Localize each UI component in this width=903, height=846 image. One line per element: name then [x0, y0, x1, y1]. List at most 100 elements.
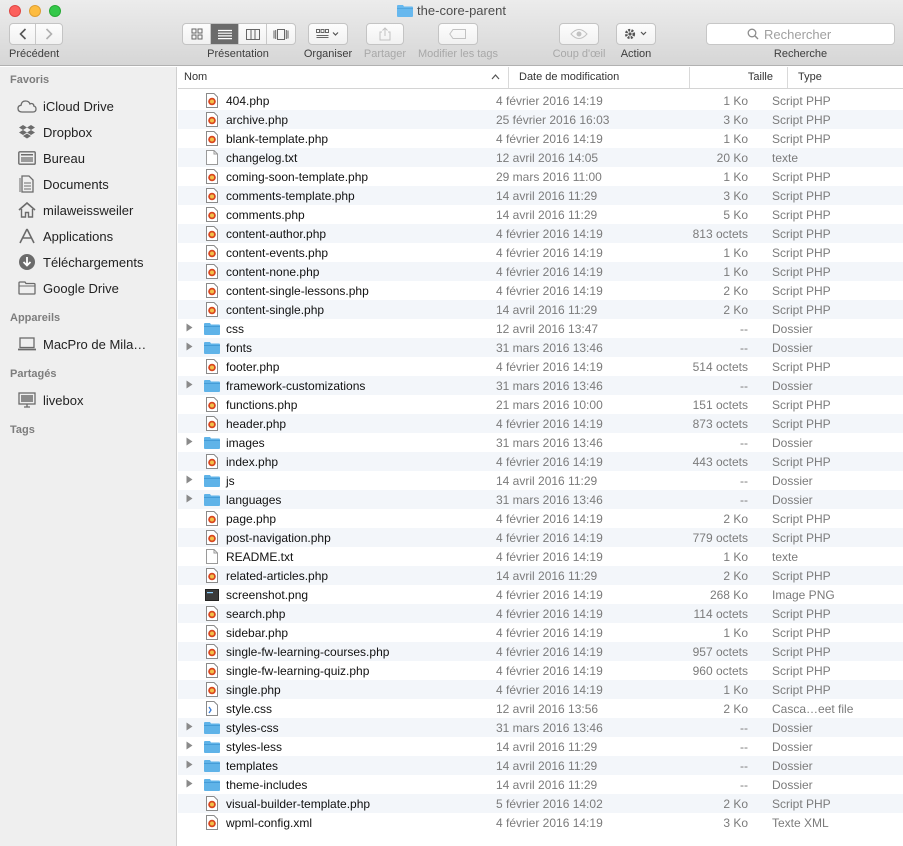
file-row[interactable]: blank-template.php 4 février 2016 14:19 1 … — [178, 129, 903, 148]
file-name: footer.php — [226, 359, 280, 374]
sidebar-item-applications[interactable]: Applications — [0, 223, 176, 249]
file-row[interactable]: page.php 4 février 2016 14:19 2 Ko Script P… — [178, 509, 903, 528]
file-name: js — [226, 473, 235, 488]
disclosure-triangle-icon[interactable] — [178, 741, 204, 752]
file-row[interactable]: comments.php 14 avril 2016 11:29 5 Ko Scrip… — [178, 205, 903, 224]
file-name-cell: functions.php — [178, 397, 483, 413]
sidebar-item-home[interactable]: milaweissweiler — [0, 197, 176, 223]
file-date: 4 février 2016 14:19 — [496, 283, 603, 298]
sidebar-item-macpro[interactable]: MacPro de Mila… — [0, 331, 176, 357]
file-row[interactable]: fonts 31 mars 2016 13:46 -- Dossier — [178, 338, 903, 357]
column-date-header[interactable]: Date de modification — [509, 67, 690, 88]
action-button[interactable] — [616, 23, 656, 45]
file-name-cell: page.php — [178, 511, 483, 527]
arrange-button[interactable] — [308, 23, 348, 45]
file-row[interactable]: css 12 avril 2016 13:47 -- Dossier — [178, 319, 903, 338]
file-name-cell: index.php — [178, 454, 483, 470]
sidebar-item-documents[interactable]: Documents — [0, 171, 176, 197]
file-row[interactable]: index.php 4 février 2016 14:19 443 octets S… — [178, 452, 903, 471]
file-row[interactable]: sidebar.php 4 février 2016 14:19 1 Ko Scrip… — [178, 623, 903, 642]
file-row[interactable]: languages 31 mars 2016 13:46 -- Dossier — [178, 490, 903, 509]
file-name: coming-soon-template.php — [226, 169, 369, 184]
file-row[interactable]: framework-customizations 31 mars 2016 13:… — [178, 376, 903, 395]
file-row[interactable]: styles-less 14 avril 2016 11:29 -- Dossier — [178, 737, 903, 756]
search-field[interactable] — [706, 23, 895, 45]
disclosure-triangle-icon[interactable] — [178, 437, 204, 448]
forward-button[interactable] — [36, 24, 62, 44]
file-name: css — [226, 321, 244, 336]
php-file-icon — [204, 264, 220, 280]
file-row[interactable]: archive.php 25 février 2016 16:03 3 Ko Scri… — [178, 110, 903, 129]
sidebar-item-desktop[interactable]: Bureau — [0, 145, 176, 171]
file-row[interactable]: templates 14 avril 2016 11:29 -- Dossier — [178, 756, 903, 775]
file-size: 813 octets — [692, 226, 748, 241]
file-row[interactable]: post-navigation.php 4 février 2016 14:19 7… — [178, 528, 903, 547]
search-input[interactable] — [764, 26, 854, 42]
file-row[interactable]: wpml-config.xml 4 février 2016 14:19 3 Ko T… — [178, 813, 903, 832]
file-row[interactable]: functions.php 21 mars 2016 10:00 151 octet… — [178, 395, 903, 414]
sidebar-item-dropbox[interactable]: Dropbox — [0, 119, 176, 145]
sidebar-item-icloud-drive[interactable]: iCloud Drive — [0, 93, 176, 119]
file-row[interactable]: coming-soon-template.php 29 mars 2016 11:… — [178, 167, 903, 186]
folder-icon — [204, 739, 220, 755]
file-row[interactable]: content-events.php 4 février 2016 14:19 1 … — [178, 243, 903, 262]
file-row[interactable]: single.php 4 février 2016 14:19 1 Ko Script… — [178, 680, 903, 699]
file-row[interactable]: style.css 12 avril 2016 13:56 2 Ko Casca…ee… — [178, 699, 903, 718]
sidebar: Favoris iCloud Drive Dropbox Bureau Docu… — [0, 67, 177, 846]
file-row[interactable]: content-author.php 4 février 2016 14:19 81… — [178, 224, 903, 243]
column-type-header[interactable]: Type — [788, 67, 903, 88]
file-name-cell: comments.php — [178, 207, 483, 223]
file-row[interactable]: header.php 4 février 2016 14:19 873 octets… — [178, 414, 903, 433]
disclosure-triangle-icon[interactable] — [178, 380, 204, 391]
file-type: Script PHP — [772, 625, 831, 640]
file-row[interactable]: comments-template.php 14 avril 2016 11:29… — [178, 186, 903, 205]
php-file-icon — [204, 606, 220, 622]
disclosure-triangle-icon[interactable] — [178, 760, 204, 771]
file-row[interactable]: styles-css 31 mars 2016 13:46 -- Dossier — [178, 718, 903, 737]
file-row[interactable]: screenshot.png 4 février 2016 14:19 268 Ko… — [178, 585, 903, 604]
image-file-icon — [204, 587, 220, 603]
file-row[interactable]: content-single.php 14 avril 2016 11:29 2 K… — [178, 300, 903, 319]
disclosure-triangle-icon[interactable] — [178, 722, 204, 733]
edit-tags-button[interactable] — [438, 23, 478, 45]
file-name-cell: content-events.php — [178, 245, 483, 261]
disclosure-triangle-icon[interactable] — [178, 475, 204, 486]
view-coverflow-button[interactable] — [267, 24, 295, 44]
file-date: 4 février 2016 14:19 — [496, 359, 603, 374]
disclosure-triangle-icon[interactable] — [178, 494, 204, 505]
file-row[interactable]: content-none.php 4 février 2016 14:19 1 Ko… — [178, 262, 903, 281]
disclosure-triangle-icon[interactable] — [178, 779, 204, 790]
disclosure-triangle-icon[interactable] — [178, 323, 204, 334]
view-icons-button[interactable] — [183, 24, 211, 44]
file-row[interactable]: images 31 mars 2016 13:46 -- Dossier — [178, 433, 903, 452]
file-row[interactable]: changelog.txt 12 avril 2016 14:05 20 Ko tex… — [178, 148, 903, 167]
file-row[interactable]: README.txt 4 février 2016 14:19 1 Ko texte — [178, 547, 903, 566]
column-size-header[interactable]: Taille — [690, 67, 788, 88]
file-name-cell: framework-customizations — [178, 378, 483, 394]
disclosure-triangle-icon[interactable] — [178, 342, 204, 353]
sidebar-item-downloads[interactable]: Téléchargements — [0, 249, 176, 275]
file-row[interactable]: 404.php 4 février 2016 14:19 1 Ko Script PH… — [178, 91, 903, 110]
file-row[interactable]: content-single-lessons.php 4 février 2016… — [178, 281, 903, 300]
file-row[interactable]: related-articles.php 14 avril 2016 11:29 2… — [178, 566, 903, 585]
file-row[interactable]: single-fw-learning-courses.php 4 février … — [178, 642, 903, 661]
file-row[interactable]: js 14 avril 2016 11:29 -- Dossier — [178, 471, 903, 490]
file-row[interactable]: footer.php 4 février 2016 14:19 514 octets… — [178, 357, 903, 376]
column-name-header[interactable]: Nom — [178, 67, 509, 88]
file-name: fonts — [226, 340, 253, 355]
php-file-icon — [204, 112, 220, 128]
back-button[interactable] — [10, 24, 36, 44]
view-list-button[interactable] — [211, 24, 239, 44]
file-date: 14 avril 2016 11:29 — [496, 188, 598, 203]
sidebar-item-google-drive[interactable]: Google Drive — [0, 275, 176, 301]
file-row[interactable]: single-fw-learning-quiz.php 4 février 201… — [178, 661, 903, 680]
view-columns-button[interactable] — [239, 24, 267, 44]
file-name: index.php — [226, 454, 279, 469]
share-button[interactable] — [366, 23, 404, 45]
file-row[interactable]: search.php 4 février 2016 14:19 114 octets… — [178, 604, 903, 623]
file-name-cell: fonts — [178, 340, 483, 356]
sidebar-item-livebox[interactable]: livebox — [0, 387, 176, 413]
file-row[interactable]: theme-includes 14 avril 2016 11:29 -- Dossi… — [178, 775, 903, 794]
quick-look-button[interactable] — [559, 23, 599, 45]
file-row[interactable]: visual-builder-template.php 5 février 201… — [178, 794, 903, 813]
